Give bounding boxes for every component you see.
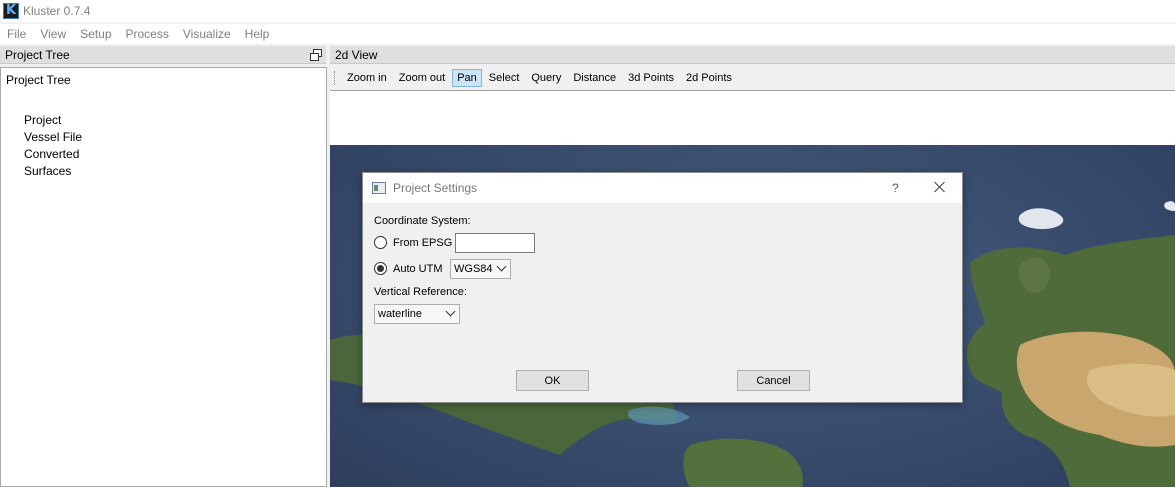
menu-bar: File View Setup Process Visualize Help	[0, 24, 1175, 44]
tree-root[interactable]: Project Tree	[6, 73, 71, 87]
chevron-down-icon	[445, 306, 456, 317]
tree-item-project[interactable]: Project	[24, 113, 61, 127]
toolbar-grip[interactable]	[334, 71, 337, 85]
project-tree-dock: Project Tree Project Tree Project Vessel…	[0, 46, 327, 487]
vertical-reference-label: Vertical Reference:	[374, 286, 467, 298]
dialog-title: Project Settings	[393, 181, 478, 195]
pan-button[interactable]: Pan	[452, 69, 482, 87]
from-epsg-radio[interactable]	[374, 236, 387, 249]
from-epsg-label[interactable]: From EPSG	[393, 237, 452, 249]
dialog-titlebar[interactable]: Project Settings ?	[363, 173, 962, 203]
menu-visualize[interactable]: Visualize	[176, 27, 238, 41]
menu-help[interactable]: Help	[238, 27, 277, 41]
3d-points-button[interactable]: 3d Points	[623, 69, 679, 87]
auto-utm-label[interactable]: Auto UTM	[393, 263, 443, 275]
help-button[interactable]: ?	[892, 181, 899, 195]
project-tree[interactable]: Project Tree Project Vessel File Convert…	[0, 67, 327, 487]
zoom-in-button[interactable]: Zoom in	[342, 69, 392, 87]
view-2d-dock-title: 2d View	[330, 46, 1175, 64]
project-tree-dock-label: Project Tree	[5, 47, 70, 62]
cancel-button[interactable]: Cancel	[737, 370, 810, 391]
menu-setup[interactable]: Setup	[73, 27, 118, 41]
select-button[interactable]: Select	[484, 69, 525, 87]
2d-points-button[interactable]: 2d Points	[681, 69, 737, 87]
dock-float-icon[interactable]	[310, 49, 322, 61]
datum-value: WGS84	[454, 263, 493, 275]
coordinate-system-label: Coordinate System:	[374, 215, 471, 227]
distance-button[interactable]: Distance	[568, 69, 621, 87]
auto-utm-radio[interactable]	[374, 262, 387, 275]
query-button[interactable]: Query	[526, 69, 566, 87]
dialog-app-icon	[372, 182, 386, 194]
view-2d-toolbar: Zoom in Zoom out Pan Select Query Distan…	[330, 67, 1175, 89]
ok-button[interactable]: OK	[516, 370, 589, 391]
chevron-down-icon	[496, 261, 507, 272]
menu-view[interactable]: View	[33, 27, 73, 41]
project-tree-dock-title: Project Tree	[0, 46, 326, 64]
close-icon[interactable]	[933, 179, 947, 195]
tree-item-vessel-file[interactable]: Vessel File	[24, 130, 82, 144]
zoom-out-button[interactable]: Zoom out	[394, 69, 450, 87]
tree-item-surfaces[interactable]: Surfaces	[24, 164, 71, 178]
vertical-reference-combobox[interactable]: waterline	[374, 304, 460, 324]
tree-item-converted[interactable]: Converted	[24, 147, 79, 161]
view-2d-dock-label: 2d View	[335, 47, 378, 62]
vertical-reference-value: waterline	[378, 308, 423, 320]
epsg-input[interactable]	[455, 233, 535, 253]
datum-combobox[interactable]: WGS84	[450, 259, 511, 279]
window-title: Kluster 0.7.4	[23, 4, 91, 18]
kluster-app-icon	[3, 3, 19, 19]
project-settings-dialog: Project Settings ? Coordinate System: Fr…	[362, 172, 963, 403]
menu-process[interactable]: Process	[119, 27, 176, 41]
menu-file[interactable]: File	[0, 27, 33, 41]
window-titlebar: Kluster 0.7.4	[0, 0, 1175, 22]
map-blank-area[interactable]	[330, 90, 1175, 145]
